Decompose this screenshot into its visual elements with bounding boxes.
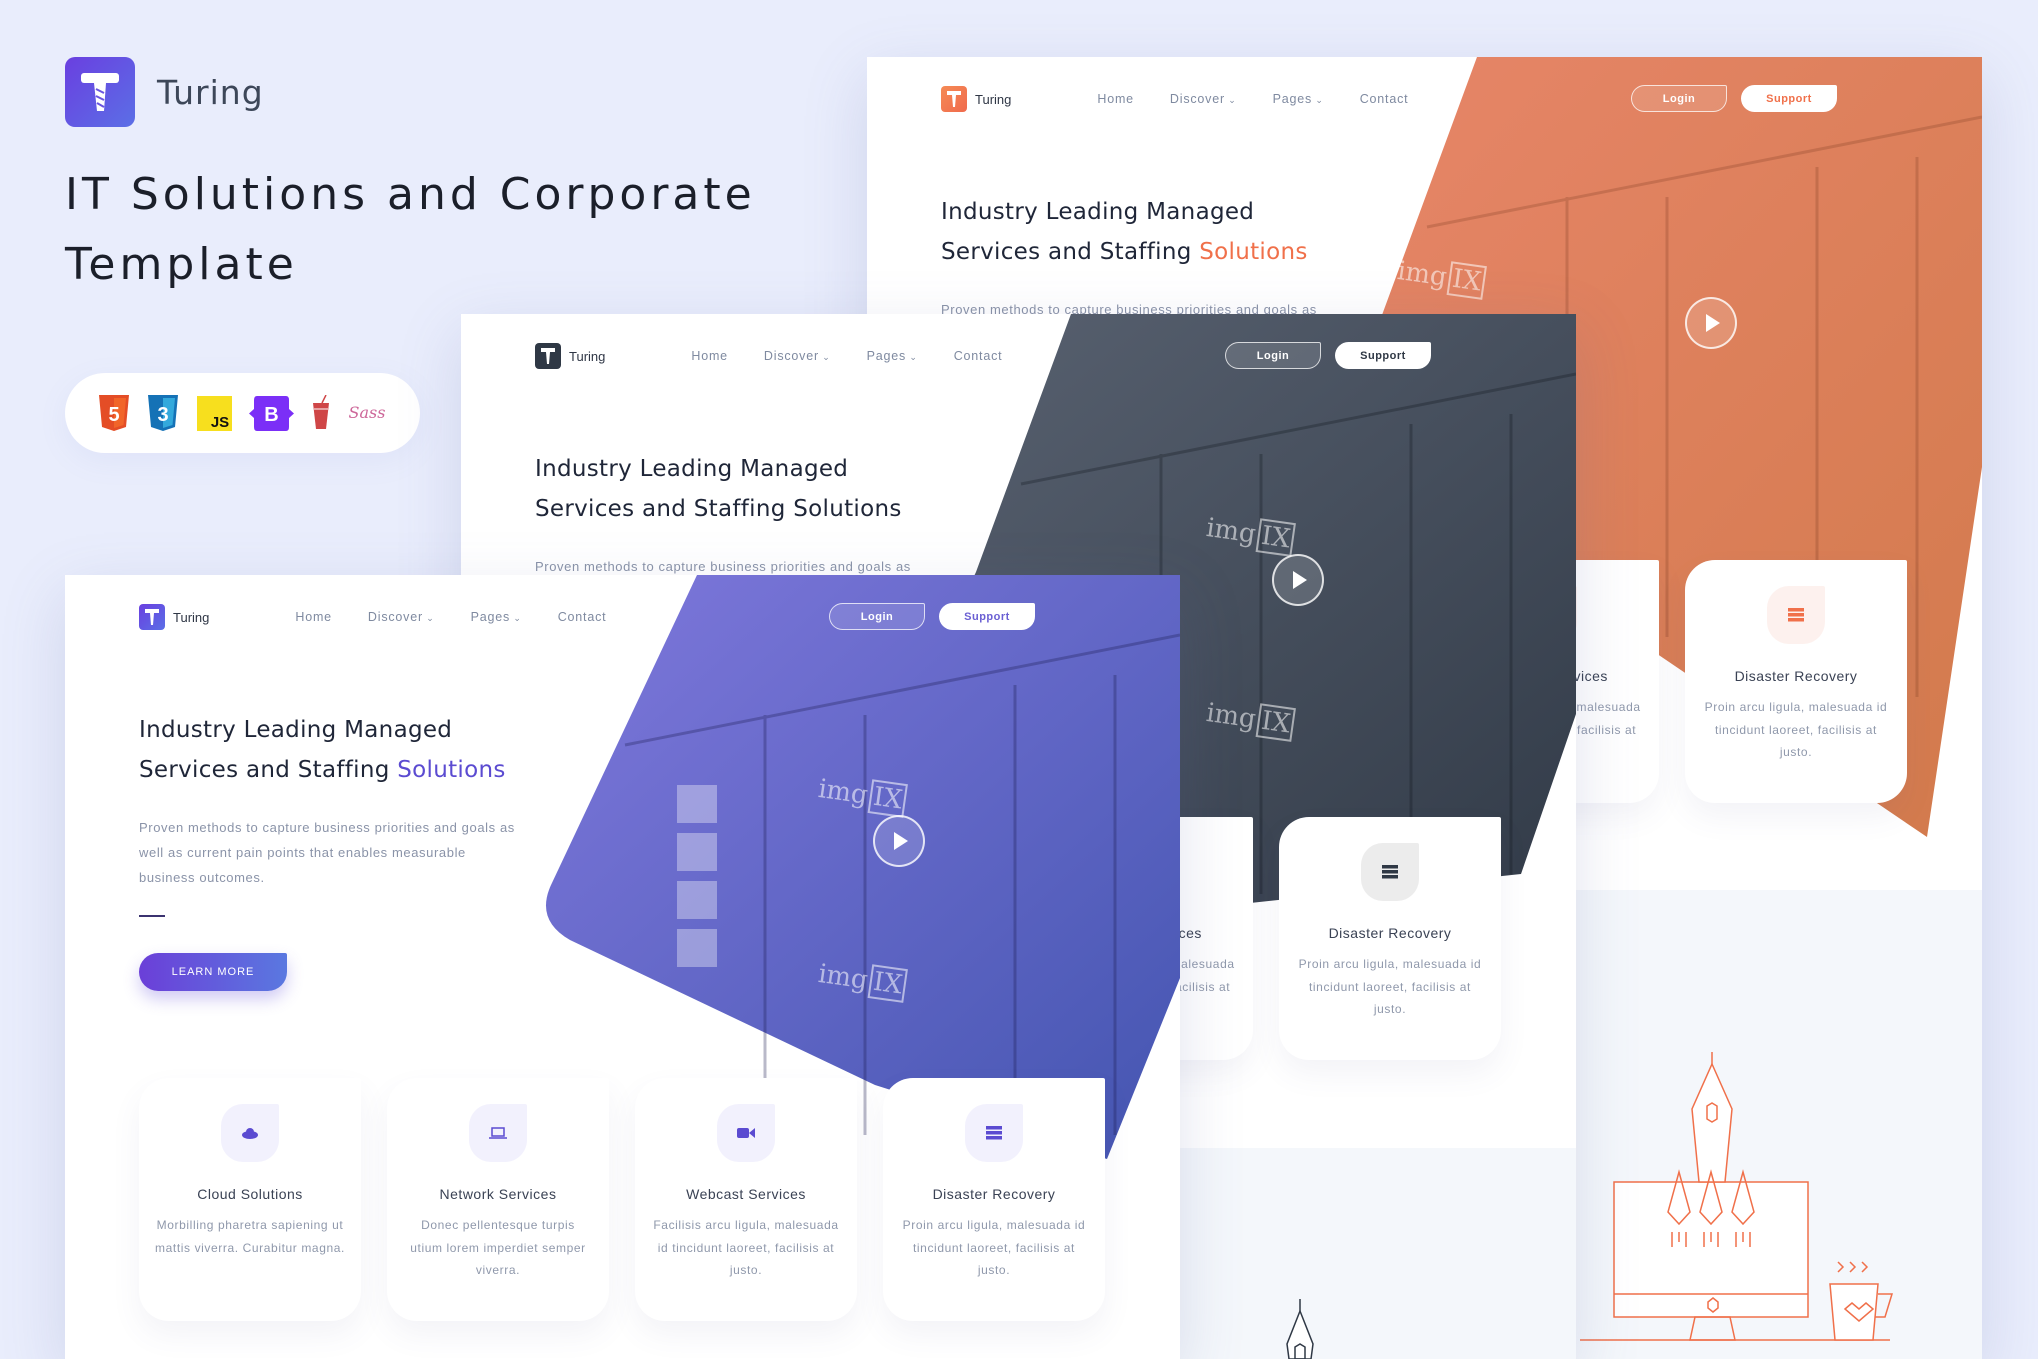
support-button[interactable]: Support xyxy=(1335,342,1431,369)
service-cards: Cloud SolutionsMorbilling pharetra sapie… xyxy=(139,1078,1105,1321)
video-camera-icon xyxy=(717,1104,775,1162)
javascript-icon: JS xyxy=(196,395,232,431)
svg-text:5: 5 xyxy=(108,404,119,426)
rocket-illustration-partial xyxy=(1286,1299,1314,1359)
service-card[interactable]: Network ServicesDonec pellentesque turpi… xyxy=(387,1078,609,1321)
nav-logo[interactable]: Turing xyxy=(535,343,605,369)
gulp-icon xyxy=(312,395,330,431)
turing-logo-icon xyxy=(535,343,561,369)
play-video-button[interactable] xyxy=(1272,554,1324,606)
nav-brand: Turing xyxy=(975,91,1012,107)
template-preview-purple: imgIX imgIX Turing Home Discover Pages C… xyxy=(65,575,1180,1359)
brand-name: Turing xyxy=(157,72,264,112)
login-button[interactable]: Login xyxy=(829,603,925,630)
hero-title-accent: Solutions xyxy=(793,496,902,522)
hero-title: Industry Leading Managed Services and St… xyxy=(535,456,902,522)
nav-discover[interactable]: Discover xyxy=(1170,92,1237,106)
nav-contact[interactable]: Contact xyxy=(558,610,607,624)
nav-home[interactable]: Home xyxy=(691,349,728,363)
svg-text:3: 3 xyxy=(158,404,169,426)
nav-home[interactable]: Home xyxy=(1097,92,1134,106)
sass-icon: Sass xyxy=(347,398,387,428)
play-video-button[interactable] xyxy=(1685,297,1737,349)
tech-stack-badges: 5 3 JS B Sass xyxy=(65,373,420,453)
learn-more-button[interactable]: LEARN MORE xyxy=(139,953,287,991)
server-icon xyxy=(1767,586,1825,644)
login-button[interactable]: Login xyxy=(1225,342,1321,369)
navbar: Turing Home Discover Pages Contact Login… xyxy=(535,342,1505,370)
hero-title: Industry Leading Managed Services and St… xyxy=(139,717,506,783)
support-button[interactable]: Support xyxy=(1741,85,1837,112)
server-icon xyxy=(1361,843,1419,901)
nav-contact[interactable]: Contact xyxy=(954,349,1003,363)
play-video-button[interactable] xyxy=(873,815,925,867)
service-card[interactable]: Webcast ServicesFacilisis arcu ligula, m… xyxy=(635,1078,857,1321)
hero-title-accent: Solutions xyxy=(1199,239,1308,265)
nav-discover[interactable]: Discover xyxy=(368,610,435,624)
navbar: Turing Home Discover Pages Contact Login… xyxy=(139,603,1109,631)
hero-title-accent: Solutions xyxy=(397,757,506,783)
nav-logo[interactable]: Turing xyxy=(941,86,1011,112)
nav-discover[interactable]: Discover xyxy=(764,349,831,363)
turing-logo-icon xyxy=(65,57,135,127)
hero-divider xyxy=(139,915,165,917)
nav-brand: Turing xyxy=(173,609,210,625)
bootstrap-icon: B xyxy=(249,395,295,431)
hero-title: Industry Leading Managed Services and St… xyxy=(941,199,1308,265)
nav-pages[interactable]: Pages xyxy=(471,610,522,624)
turing-logo-icon xyxy=(941,86,967,112)
service-card[interactable]: Disaster Recovery Proin arcu ligula, male… xyxy=(883,1078,1105,1321)
turing-logo-icon xyxy=(139,604,165,630)
css3-icon: 3 xyxy=(147,395,179,431)
service-card[interactable]: Disaster Recovery Proin arcu ligula, male… xyxy=(1279,817,1501,1060)
nav-pages[interactable]: Pages xyxy=(867,349,918,363)
page-headline: IT Solutions and Corporate Template xyxy=(65,169,756,290)
service-card[interactable]: Cloud SolutionsMorbilling pharetra sapie… xyxy=(139,1078,361,1321)
nav-pages[interactable]: Pages xyxy=(1273,92,1324,106)
svg-text:B: B xyxy=(265,404,279,426)
svg-text:Sass: Sass xyxy=(349,403,386,422)
brand: Turing xyxy=(65,57,264,127)
server-icon xyxy=(965,1104,1023,1162)
rocket-launch-illustration xyxy=(1580,1052,1894,1341)
service-card[interactable]: Disaster Recovery Proin arcu ligula, male… xyxy=(1685,560,1907,803)
nav-home[interactable]: Home xyxy=(295,610,332,624)
nav-logo[interactable]: Turing xyxy=(139,604,209,630)
login-button[interactable]: Login xyxy=(1631,85,1727,112)
cloud-icon xyxy=(221,1104,279,1162)
html5-icon: 5 xyxy=(98,395,130,431)
svg-text:JS: JS xyxy=(211,414,229,431)
navbar: Turing Home Discover Pages Contact Login… xyxy=(941,85,1911,113)
nav-brand: Turing xyxy=(569,348,606,364)
support-button[interactable]: Support xyxy=(939,603,1035,630)
nav-contact[interactable]: Contact xyxy=(1360,92,1409,106)
laptop-icon xyxy=(469,1104,527,1162)
hero-description: Proven methods to capture business prior… xyxy=(139,820,515,885)
